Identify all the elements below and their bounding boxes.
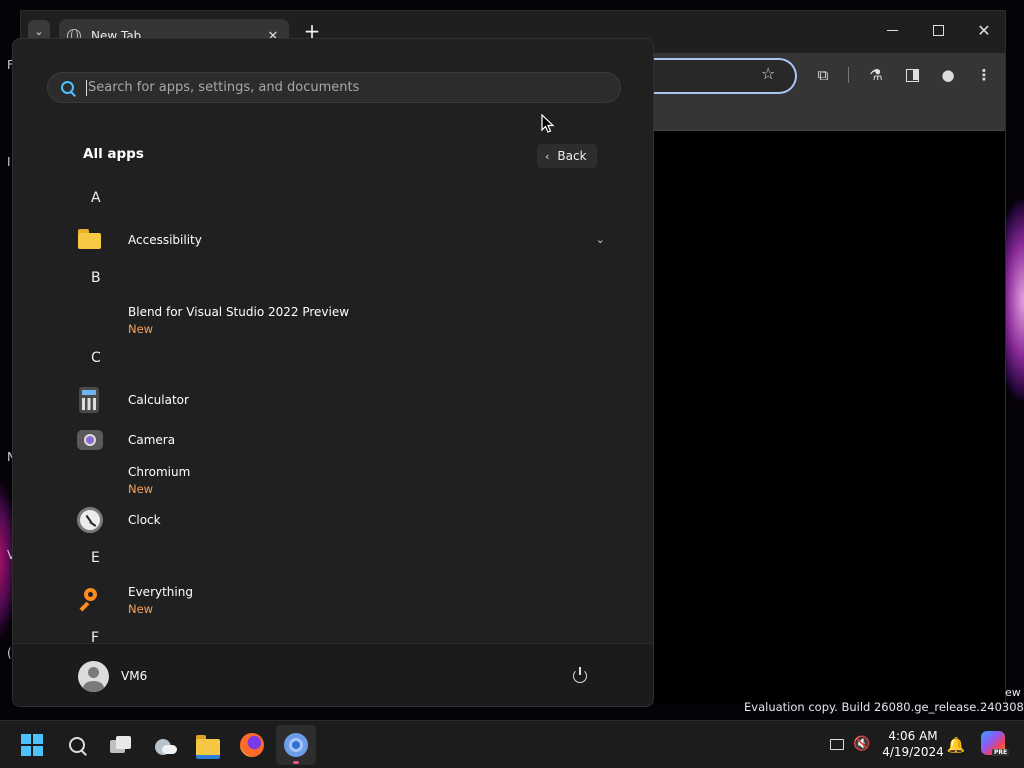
new-badge: New [128, 321, 154, 336]
user-name[interactable]: VM6 [121, 669, 147, 683]
camera-icon [77, 430, 103, 450]
chromium-icon [75, 465, 105, 495]
letter-header-f[interactable]: F [91, 630, 99, 643]
minimize-button[interactable] [869, 17, 915, 45]
chromium-button[interactable] [276, 725, 316, 765]
copilot-preview-badge: PRE [992, 749, 1010, 756]
letter-header-e[interactable]: E [91, 550, 100, 566]
firefox-button[interactable] [232, 725, 272, 765]
back-button-label: Back [557, 149, 587, 163]
maximize-icon [932, 25, 944, 36]
labs-flask-icon[interactable]: ⚗ [865, 64, 887, 86]
chevron-left-icon: ‹ [545, 149, 550, 163]
firefox-icon [240, 733, 264, 757]
search-icon [60, 80, 76, 96]
evaluation-watermark: Evaluation copy. Build 26080.ge_release.… [744, 700, 1024, 714]
taskbar-clock[interactable]: 4:06 AM 4/19/2024 [880, 728, 946, 760]
chevron-down-icon[interactable]: ⌄ [596, 233, 605, 246]
weather-widget-icon [153, 735, 177, 755]
calculator-icon [79, 387, 99, 413]
side-panel-icon[interactable] [901, 64, 923, 86]
all-apps-list[interactable]: A Accessibility ⌄ B Blend for Visual Stu… [13, 179, 653, 643]
search-icon [67, 735, 87, 755]
extensions-icon[interactable]: ⧉ [812, 64, 834, 86]
new-badge: New [128, 481, 154, 496]
file-explorer-button[interactable] [188, 725, 228, 765]
sound-muted-icon[interactable]: 🔇 [852, 734, 872, 754]
list-item-clock[interactable]: Clock [75, 500, 605, 540]
start-menu-footer: VM6 [13, 643, 653, 706]
app-name: Calculator [128, 393, 189, 407]
list-item-calculator[interactable]: Calculator [75, 380, 605, 420]
back-button[interactable]: ‹ Back [537, 144, 597, 168]
task-view-button[interactable] [101, 725, 141, 765]
close-window-button[interactable]: ✕ [961, 17, 1007, 45]
clock-icon [77, 507, 103, 533]
app-name: Chromium [128, 464, 191, 479]
list-item-everything[interactable]: Everything New [75, 580, 605, 620]
start-button[interactable] [12, 725, 52, 765]
start-search-box[interactable] [47, 72, 621, 103]
list-item-camera[interactable]: Camera [75, 420, 605, 460]
desktop-icon-label-fragment: ( [7, 646, 12, 660]
taskbar-search-button[interactable] [57, 725, 97, 765]
text-caret [86, 79, 87, 96]
widgets-button[interactable] [145, 725, 185, 765]
start-search-input[interactable] [88, 80, 620, 95]
power-button[interactable] [569, 664, 593, 688]
app-name: Blend for Visual Studio 2022 Preview [128, 304, 350, 319]
list-item-chromium[interactable]: Chromium New [75, 460, 605, 500]
desktop-icon-label-fragment: I [7, 155, 11, 169]
letter-header-b[interactable]: B [91, 270, 101, 286]
start-menu: All apps ‹ Back A Accessibility ⌄ B Blen… [12, 38, 654, 707]
letter-header-a[interactable]: A [91, 190, 101, 206]
windows-logo-icon [21, 734, 43, 756]
watermark-fragment: ew [1005, 686, 1021, 699]
profile-icon[interactable]: ● [937, 64, 959, 86]
app-name: Accessibility [128, 233, 202, 247]
maximize-button[interactable] [915, 17, 961, 45]
blend-icon [75, 305, 105, 335]
task-view-icon [110, 736, 132, 754]
avatar[interactable] [78, 661, 109, 692]
folder-icon [75, 225, 105, 255]
file-explorer-icon [196, 735, 220, 759]
new-badge: New [128, 601, 154, 616]
clock-time: 4:06 AM [888, 729, 938, 743]
chevron-down-icon: ⌄ [34, 24, 44, 38]
list-item-blend[interactable]: Blend for Visual Studio 2022 Preview New [75, 300, 605, 340]
browser-menu-icon[interactable]: ⋮ [973, 64, 995, 86]
toolbar-separator [848, 67, 849, 83]
app-name: Everything [128, 584, 193, 599]
list-item-accessibility[interactable]: Accessibility ⌄ [75, 220, 605, 260]
app-name: Clock [128, 513, 161, 527]
bookmark-star-icon[interactable]: ☆ [761, 64, 775, 83]
running-app-indicator [293, 761, 299, 764]
minimize-icon [886, 29, 898, 32]
network-icon[interactable] [827, 734, 847, 754]
clock-date: 4/19/2024 [882, 745, 944, 759]
notification-bell-icon[interactable]: 🔔 [946, 735, 966, 755]
letter-header-c[interactable]: C [91, 350, 101, 366]
chromium-icon [284, 733, 308, 757]
everything-search-icon [75, 585, 105, 615]
all-apps-title: All apps [83, 146, 144, 162]
app-name: Camera [128, 433, 176, 447]
